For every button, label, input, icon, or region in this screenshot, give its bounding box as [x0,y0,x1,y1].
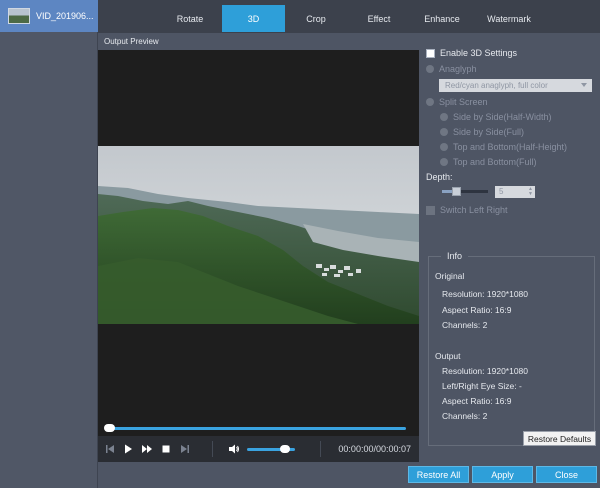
depth-spinbox[interactable]: 5 ▲ ▼ [495,186,535,198]
tab-rotate[interactable]: Rotate [156,5,224,32]
split-option-label: Side by Side(Half-Width) [453,112,552,122]
anaglyph-radio[interactable] [426,65,434,73]
original-aspect-ratio: Aspect Ratio: 16:9 [442,305,512,315]
switch-left-right-checkbox[interactable] [426,205,435,215]
switch-left-right-row[interactable]: Switch Left Right [426,205,508,215]
original-resolution: Resolution: 1920*1080 [442,289,529,299]
output-heading: Output [435,351,461,361]
divider [320,441,321,457]
tab-bar: Rotate 3D Crop Effect Enhance Watermark [98,0,600,33]
split-option-label: Top and Bottom(Half-Height) [453,142,568,152]
file-list-item[interactable]: VID_201906... [0,0,98,32]
info-group: Info Original Resolution: 1920*1080 Aspe… [428,251,595,446]
split-option-label: Side by Side(Full) [453,127,525,137]
preview-header: Output Preview [98,33,419,50]
settings-panel: Enable 3D Settings Anaglyph Red/cyan ana… [420,33,600,462]
split-option-radio[interactable] [440,158,448,166]
chevron-down-icon [581,83,587,87]
tab-3d[interactable]: 3D [222,5,285,32]
enable-3d-label: Enable 3D Settings [440,48,518,58]
spin-arrows-icon[interactable]: ▲ ▼ [528,187,533,197]
split-option-radio[interactable] [440,143,448,151]
preview-area [98,50,419,420]
split-option[interactable]: Side by Side(Full) [440,127,524,137]
seek-bar[interactable] [98,420,419,436]
output-channels: Channels: 2 [442,411,488,421]
restore-defaults-button[interactable]: Restore Defaults [523,431,596,446]
output-resolution: Resolution: 1920*1080 [442,366,529,376]
fast-forward-icon[interactable] [141,443,153,455]
split-option[interactable]: Top and Bottom(Full) [440,157,537,167]
original-channels: Channels: 2 [442,320,488,330]
split-option[interactable]: Top and Bottom(Half-Height) [440,142,567,152]
anaglyph-select[interactable]: Red/cyan anaglyph, full color [439,79,592,92]
split-screen-label: Split Screen [439,97,488,107]
original-heading: Original [435,271,465,281]
file-list: VID_201906... [0,0,98,488]
skip-start-icon[interactable] [104,443,116,455]
divider [212,441,213,457]
restore-all-button[interactable]: Restore All [408,466,469,483]
switch-left-right-label: Switch Left Right [440,205,508,215]
output-aspect-ratio: Aspect Ratio: 16:9 [442,396,512,406]
anaglyph-label: Anaglyph [439,64,477,74]
depth-slider[interactable] [442,187,488,196]
seek-handle[interactable] [104,424,115,432]
enable-3d-row[interactable]: Enable 3D Settings [426,48,517,58]
apply-button[interactable]: Apply [472,466,533,483]
player-controls: 00:00:00/00:00:07 [98,436,419,462]
stop-icon[interactable] [160,443,172,455]
split-screen-radio[interactable] [426,98,434,106]
split-option-radio[interactable] [440,128,448,136]
tab-crop[interactable]: Crop [285,5,347,32]
anaglyph-select-value: Red/cyan anaglyph, full color [445,81,548,90]
close-button[interactable]: Close [536,466,597,483]
volume-handle[interactable] [280,445,291,453]
split-screen-option[interactable]: Split Screen [426,97,488,107]
play-icon[interactable] [122,443,134,455]
output-eye-size: Left/Right Eye Size: - [442,381,522,391]
time-display: 00:00:00/00:00:07 [338,444,411,454]
preview-title: Output Preview [104,37,159,46]
tab-watermark[interactable]: Watermark [473,5,545,32]
split-option-label: Top and Bottom(Full) [453,157,537,167]
depth-slider-handle[interactable] [451,187,461,196]
depth-value: 5 [499,187,504,196]
video-thumbnail [8,8,30,24]
skip-end-icon[interactable] [179,443,191,455]
anaglyph-option[interactable]: Anaglyph [426,64,477,74]
volume-icon[interactable] [228,443,240,455]
file-name: VID_201906... [36,11,94,21]
video-frame [98,146,419,324]
seek-track[interactable] [106,427,406,430]
split-option-radio[interactable] [440,113,448,121]
depth-label: Depth: [426,172,453,182]
tab-effect[interactable]: Effect [347,5,411,32]
split-option[interactable]: Side by Side(Half-Width) [440,112,552,122]
tab-enhance[interactable]: Enhance [411,5,473,32]
bottom-bar: Restore All Apply Close [98,462,600,488]
info-legend: Info [441,251,469,261]
enable-3d-checkbox[interactable] [426,48,435,58]
